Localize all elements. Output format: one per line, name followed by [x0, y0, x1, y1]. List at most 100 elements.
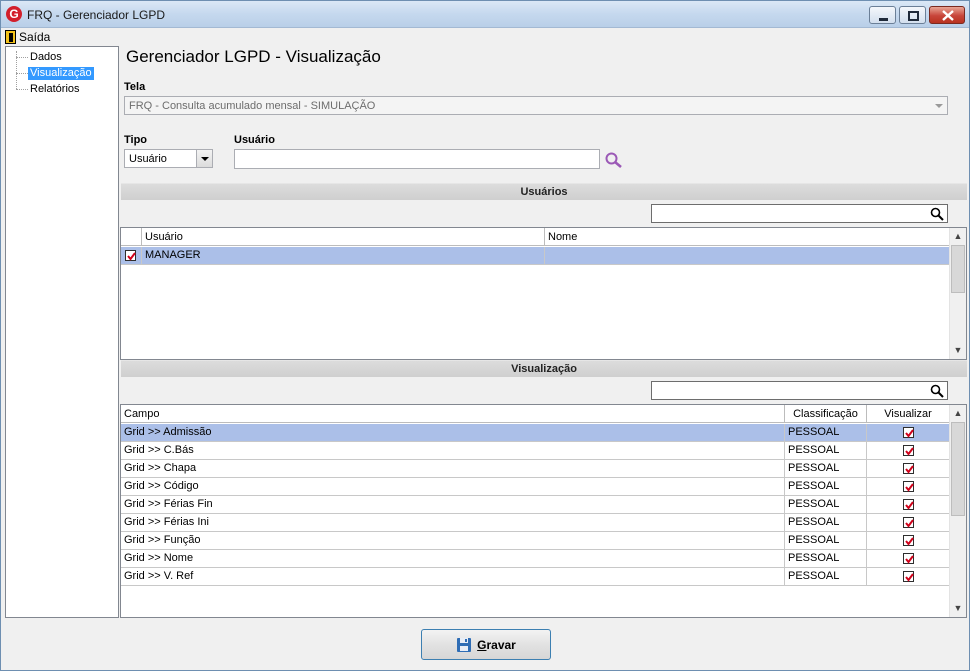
- title-bar[interactable]: G FRQ - Gerenciador LGPD: [1, 1, 969, 28]
- visualizacao-scrollbar[interactable]: ▲ ▼: [949, 405, 966, 617]
- visualizar-checkbox[interactable]: [903, 535, 914, 546]
- minimize-button[interactable]: [869, 6, 896, 24]
- checkmark-icon: [905, 537, 914, 546]
- visualizar-checkbox[interactable]: [903, 517, 914, 528]
- scroll-up-icon[interactable]: ▲: [950, 405, 966, 422]
- cell-campo: Grid >> Código: [121, 478, 785, 495]
- chevron-down-icon: [935, 104, 943, 108]
- app-logo-icon: G: [6, 6, 22, 22]
- exit-door-icon: [5, 29, 16, 44]
- table-row[interactable]: Grid >> Nome PESSOAL: [121, 550, 950, 568]
- menu-bar: Saída: [1, 28, 969, 45]
- maximize-button[interactable]: [899, 6, 926, 24]
- scrollbar-thumb[interactable]: [951, 245, 965, 293]
- tipo-select-value: Usuário: [129, 153, 167, 165]
- cell-visualizar: [867, 550, 950, 567]
- usuarios-search-input[interactable]: [651, 204, 948, 223]
- visualizar-checkbox[interactable]: [903, 463, 914, 474]
- tela-select-value: FRQ - Consulta acumulado mensal - SIMULA…: [129, 100, 376, 112]
- column-header-nome[interactable]: Nome: [545, 228, 950, 246]
- cell-visualizar: [867, 460, 950, 477]
- cell-campo: Grid >> Férias Fin: [121, 496, 785, 513]
- window-title: FRQ - Gerenciador LGPD: [27, 8, 166, 22]
- nav-item-visualizacao[interactable]: Visualização: [28, 67, 94, 80]
- cell-classificacao: PESSOAL: [785, 442, 867, 459]
- tipo-label: Tipo: [124, 134, 148, 146]
- table-row[interactable]: Grid >> Chapa PESSOAL: [121, 460, 950, 478]
- visualizacao-search-input[interactable]: [651, 381, 948, 400]
- column-header-campo[interactable]: Campo: [121, 405, 785, 423]
- checkbox-column-header[interactable]: [121, 228, 142, 246]
- checkmark-icon: [905, 501, 914, 510]
- cell-visualizar: [867, 568, 950, 585]
- visualizar-checkbox[interactable]: [903, 571, 914, 582]
- floppy-disk-icon: [457, 637, 472, 652]
- tree-connector: [16, 89, 28, 90]
- checkmark-icon: [905, 483, 914, 492]
- visualizar-checkbox[interactable]: [903, 481, 914, 492]
- column-header-usuario[interactable]: Usuário: [142, 228, 545, 246]
- table-row[interactable]: Grid >> Código PESSOAL: [121, 478, 950, 496]
- visualizar-checkbox[interactable]: [903, 553, 914, 564]
- tree-connector: [16, 73, 28, 74]
- cell-visualizar: [867, 496, 950, 513]
- cell-usuario: MANAGER: [142, 247, 545, 264]
- usuarios-scrollbar[interactable]: ▲ ▼: [949, 228, 966, 359]
- close-button[interactable]: [929, 6, 965, 24]
- row-checkbox[interactable]: [125, 250, 136, 261]
- chevron-down-icon: [196, 150, 212, 167]
- search-icon[interactable]: [930, 207, 944, 221]
- visualizacao-grid-header: Campo Classificação Visualizar: [121, 405, 950, 423]
- search-icon[interactable]: [604, 151, 623, 169]
- cell-classificacao: PESSOAL: [785, 514, 867, 531]
- scrollbar-thumb[interactable]: [951, 422, 965, 516]
- table-row[interactable]: MANAGER: [121, 247, 950, 265]
- usuarios-grid-header: Usuário Nome: [121, 228, 950, 246]
- cell-nome: [545, 247, 950, 264]
- row-checkbox-cell: [121, 247, 142, 264]
- cell-campo: Grid >> Admissão: [121, 424, 785, 441]
- column-header-classificacao[interactable]: Classificação: [785, 405, 867, 423]
- visualizacao-section-header: Visualização: [121, 360, 967, 377]
- cell-classificacao: PESSOAL: [785, 532, 867, 549]
- visualizar-checkbox[interactable]: [903, 499, 914, 510]
- cell-campo: Grid >> Nome: [121, 550, 785, 567]
- visualizacao-grid: Campo Classificação Visualizar Grid >> A…: [120, 404, 967, 618]
- app-window: G FRQ - Gerenciador LGPD Saída Dados Vis…: [0, 0, 970, 671]
- cell-classificacao: PESSOAL: [785, 478, 867, 495]
- menu-exit[interactable]: Saída: [5, 28, 50, 45]
- column-header-visualizar[interactable]: Visualizar: [867, 405, 950, 423]
- table-row[interactable]: Grid >> Férias Fin PESSOAL: [121, 496, 950, 514]
- cell-classificacao: PESSOAL: [785, 496, 867, 513]
- table-row[interactable]: Grid >> C.Bás PESSOAL: [121, 442, 950, 460]
- nav-tree: Dados Visualização Relatórios: [5, 46, 119, 618]
- table-row[interactable]: Grid >> Férias Ini PESSOAL: [121, 514, 950, 532]
- scroll-up-icon[interactable]: ▲: [950, 228, 966, 245]
- nav-item-relatorios[interactable]: Relatórios: [28, 83, 82, 96]
- scroll-down-icon[interactable]: ▼: [950, 600, 966, 617]
- search-icon[interactable]: [930, 384, 944, 398]
- cell-visualizar: [867, 478, 950, 495]
- tree-connector: [16, 57, 28, 58]
- usuarios-grid: Usuário Nome MANAGER ▲ ▼: [120, 227, 967, 360]
- checkmark-icon: [905, 555, 914, 564]
- cell-classificacao: PESSOAL: [785, 550, 867, 567]
- cell-visualizar: [867, 514, 950, 531]
- usuario-input[interactable]: [234, 149, 600, 169]
- cell-campo: Grid >> Férias Ini: [121, 514, 785, 531]
- visualizar-checkbox[interactable]: [903, 445, 914, 456]
- checkmark-icon: [905, 447, 914, 456]
- visualizar-checkbox[interactable]: [903, 427, 914, 438]
- cell-visualizar: [867, 424, 950, 441]
- table-row[interactable]: Grid >> V. Ref PESSOAL: [121, 568, 950, 586]
- cell-visualizar: [867, 442, 950, 459]
- scroll-down-icon[interactable]: ▼: [950, 342, 966, 359]
- page-title: Gerenciador LGPD - Visualização: [126, 47, 381, 66]
- save-button[interactable]: Gravar: [421, 629, 551, 660]
- usuarios-section-header: Usuários: [121, 183, 967, 200]
- tipo-select[interactable]: Usuário: [124, 149, 213, 168]
- table-row[interactable]: Grid >> Admissão PESSOAL: [121, 424, 950, 442]
- nav-item-dados[interactable]: Dados: [28, 51, 64, 64]
- table-row[interactable]: Grid >> Função PESSOAL: [121, 532, 950, 550]
- tela-select[interactable]: FRQ - Consulta acumulado mensal - SIMULA…: [124, 96, 948, 115]
